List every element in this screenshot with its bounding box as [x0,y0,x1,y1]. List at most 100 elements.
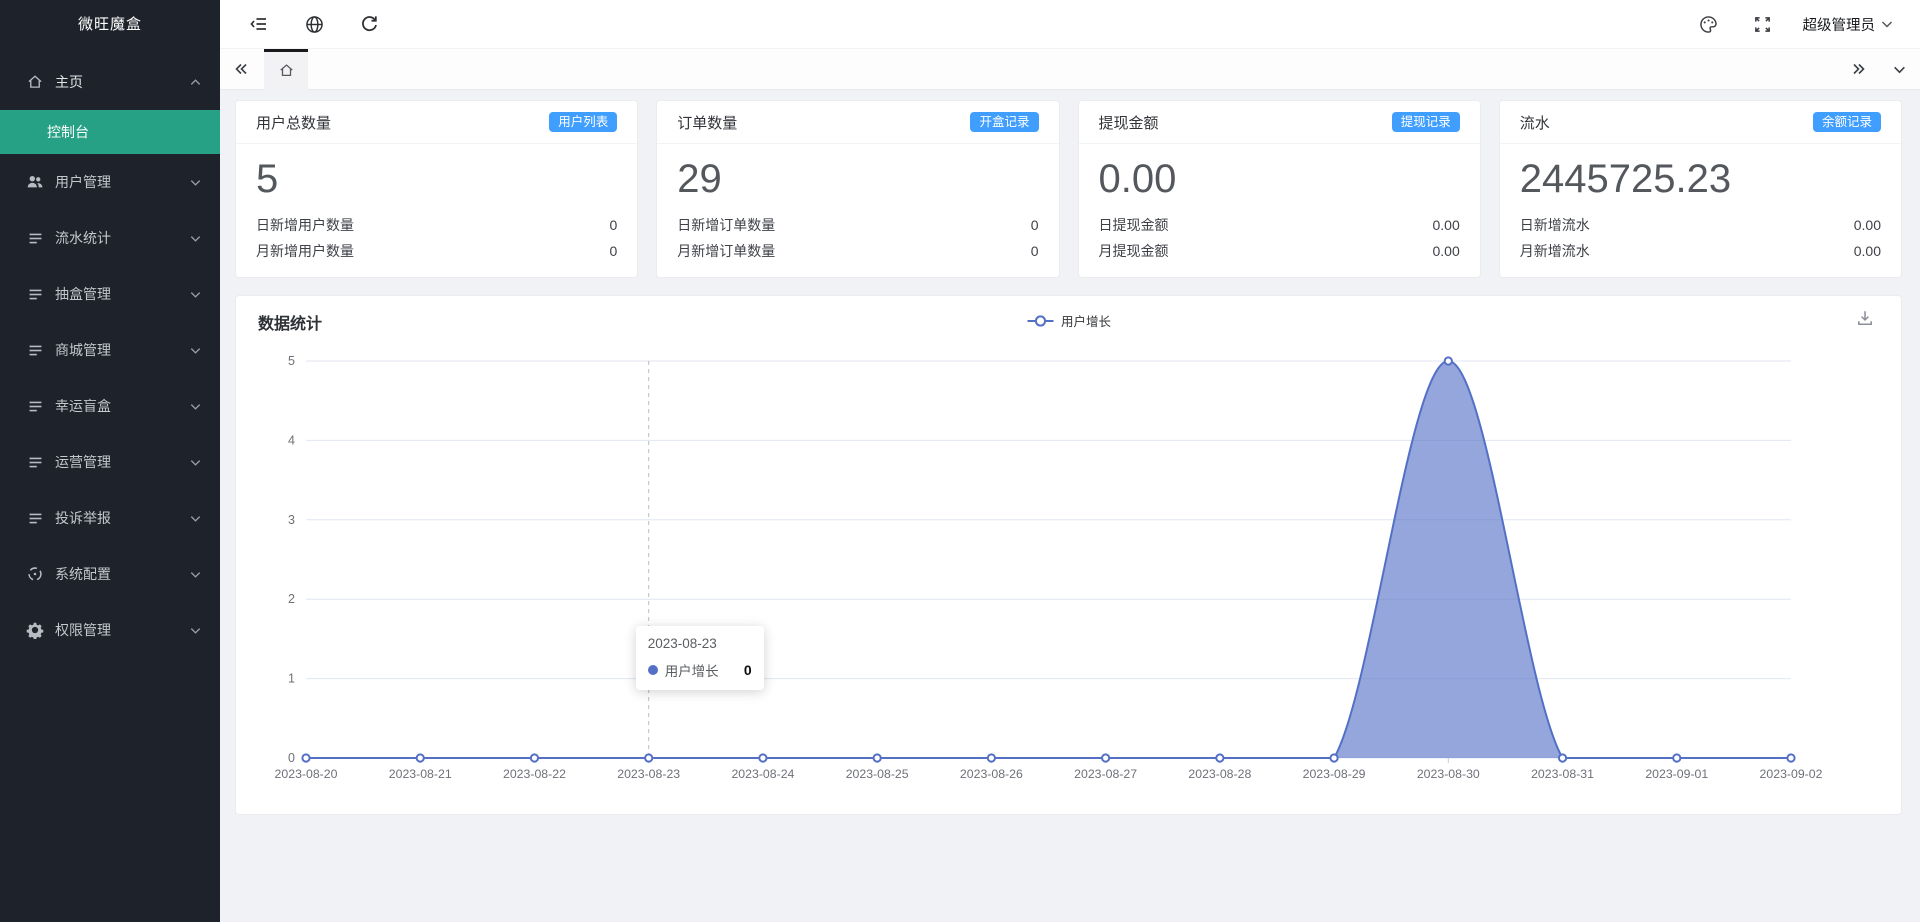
users-icon [26,173,44,191]
user-growth-chart: 0 1 2 3 4 5 2023-08-20 2023-08-21 2023-08-22 2023… [275,354,1823,781]
stat-row-label: 月提现金额 [1098,243,1169,259]
stat-card-rows: 日提现金额 0.00 月提现金额 0.00 [1099,212,1460,264]
sidebar-item-label: 商城管理 [55,342,111,358]
sidebar-item[interactable]: 抽盒管理 [0,266,220,322]
stat-row-label: 日新增用户数量 [256,217,354,233]
stat-row-label: 日新增流水 [1519,217,1590,233]
stat-row-value: 0 [609,217,618,233]
list-icon [26,453,44,471]
stat-card: 流水 余额记录 2445725.23 日新增流水 0.00 月新增流水 0.00 [1498,100,1902,278]
sidebar-item[interactable]: 运营管理 [0,434,220,490]
stat-card-badge[interactable]: 开盒记录 [970,111,1039,133]
series-dot-icon [647,665,658,675]
navbar-right-group: 超级管理员 [1695,10,1895,38]
chart-card: 数据统计 用户增长 0 1 2 3 4 5 2023-08-20 2023-08-21 2023… [235,295,1902,815]
refresh-icon[interactable] [355,10,383,38]
x-axis-tick-label: 2023-08-22 [503,767,566,781]
download-icon[interactable] [1855,308,1875,328]
stat-card-body: 0.00 日提现金额 0.00 月提现金额 0.00 [1079,144,1480,264]
stat-card-header: 订单数量 开盒记录 [657,101,1059,144]
stat-row-label: 日提现金额 [1098,217,1169,233]
stat-card-header: 流水 余额记录 [1499,101,1901,144]
globe-icon[interactable] [300,10,328,38]
tooltip-series-label: 用户增长 [664,664,719,679]
stat-row-label: 月新增订单数量 [677,243,776,259]
list-icon [26,229,44,247]
legend-item-user-growth[interactable]: 用户增长 [1026,311,1111,330]
stat-card-title: 用户总数量 [256,114,332,132]
x-axis-tick-label: 2023-08-30 [1417,767,1480,781]
chevron-down-icon [189,456,202,469]
data-point-marker [758,753,768,763]
sidebar-item[interactable]: 用户管理 [0,154,220,210]
stat-card: 提现金额 提现记录 0.00 日提现金额 0.00 月提现金额 0.00 [1077,100,1481,278]
y-axis-tick-label: 1 [288,672,295,686]
double-chevron-left-icon[interactable] [226,49,256,89]
stat-card-value: 5 [256,157,279,201]
x-axis-tick-label: 2023-08-24 [731,767,794,781]
stat-row: 月新增流水 0.00 [1520,238,1881,264]
stat-card-header: 提现金额 提现记录 [1078,101,1480,144]
double-chevron-right-icon[interactable] [1844,60,1874,78]
stat-row-value: 0.00 [1432,217,1460,233]
stat-row: 日提现金额 0.00 [1099,212,1460,238]
x-axis-tick-label: 2023-08-28 [1188,767,1251,781]
stat-card-badge[interactable]: 用户列表 [549,111,618,133]
x-axis-tick-label: 2023-08-25 [846,767,909,781]
list-icon [26,285,44,303]
stat-row-label: 日新增订单数量 [677,217,776,233]
sidebar-item-label: 运营管理 [55,454,111,470]
stat-card-header: 用户总数量 用户列表 [236,101,638,144]
list-icon [26,397,44,415]
sidebar-item[interactable]: 商城管理 [0,322,220,378]
sidebar-item-label: 控制台 [47,124,89,140]
chevron-down-icon [189,288,202,301]
stat-row-value: 0 [609,243,618,259]
x-axis-tick-label: 2023-09-01 [1645,767,1708,781]
sidebar-item[interactable]: 主页 [0,54,220,110]
chevron-down-icon [189,624,202,637]
user-menu[interactable]: 超级管理员 [1803,14,1895,35]
stat-card-badge[interactable]: 提现记录 [1391,111,1460,133]
menu-collapse-icon[interactable] [245,10,273,38]
sidebar-item[interactable]: 权限管理 [0,602,220,658]
stat-card-title: 订单数量 [677,114,738,132]
stat-card-value: 0.00 [1098,157,1177,201]
chevron-down-icon [189,176,202,189]
stat-row: 日新增订单数量 0 [677,212,1038,238]
fullscreen-icon[interactable] [1749,10,1777,38]
chart-title: 数据统计 [258,316,323,333]
stat-row-value: 0 [1030,217,1039,233]
chart-tooltip: 2023-08-23 用户增长 0 [635,626,764,690]
stat-cards-row: 用户总数量 用户列表 5 日新增用户数量 0 月新增用户数量 0 订单数量 开盒记录 29 日新增订… [235,100,1902,278]
tab-home[interactable] [264,48,308,90]
sidebar-item[interactable]: 幸运盲盒 [0,378,220,434]
stat-row: 月新增订单数量 0 [677,238,1038,264]
palette-icon[interactable] [1695,10,1723,38]
chevron-up-icon [189,76,202,89]
config-icon [26,565,44,583]
data-point-marker [529,753,540,763]
legend-marker-icon [1026,314,1053,327]
stat-card-rows: 日新增订单数量 0 月新增订单数量 0 [677,212,1038,264]
sidebar-item[interactable]: 系统配置 [0,546,220,602]
stat-card-badge[interactable]: 余额记录 [1812,111,1881,133]
data-point-marker [644,753,654,763]
chevron-down-icon[interactable] [1884,62,1914,77]
y-axis-tick-label: 0 [288,751,295,765]
data-point-marker [1557,753,1568,763]
sidebar-item[interactable]: 流水统计 [0,210,220,266]
stat-row-label: 月新增用户数量 [256,243,354,259]
data-point-marker [872,753,882,763]
x-axis-tick-label: 2023-08-27 [1074,767,1137,781]
tooltip-date: 2023-08-23 [647,636,717,651]
sidebar-item[interactable]: 投诉举报 [0,490,220,546]
home-icon [26,73,44,91]
sidebar-subitem[interactable]: 控制台 [0,110,220,154]
data-point-marker [1443,356,1453,366]
stat-card-value: 2445725.23 [1519,157,1732,201]
stat-row: 日新增流水 0.00 [1520,212,1881,238]
sidebar-item-label: 投诉举报 [55,510,111,526]
home-icon [279,64,293,76]
stat-row-value: 0.00 [1432,243,1460,259]
